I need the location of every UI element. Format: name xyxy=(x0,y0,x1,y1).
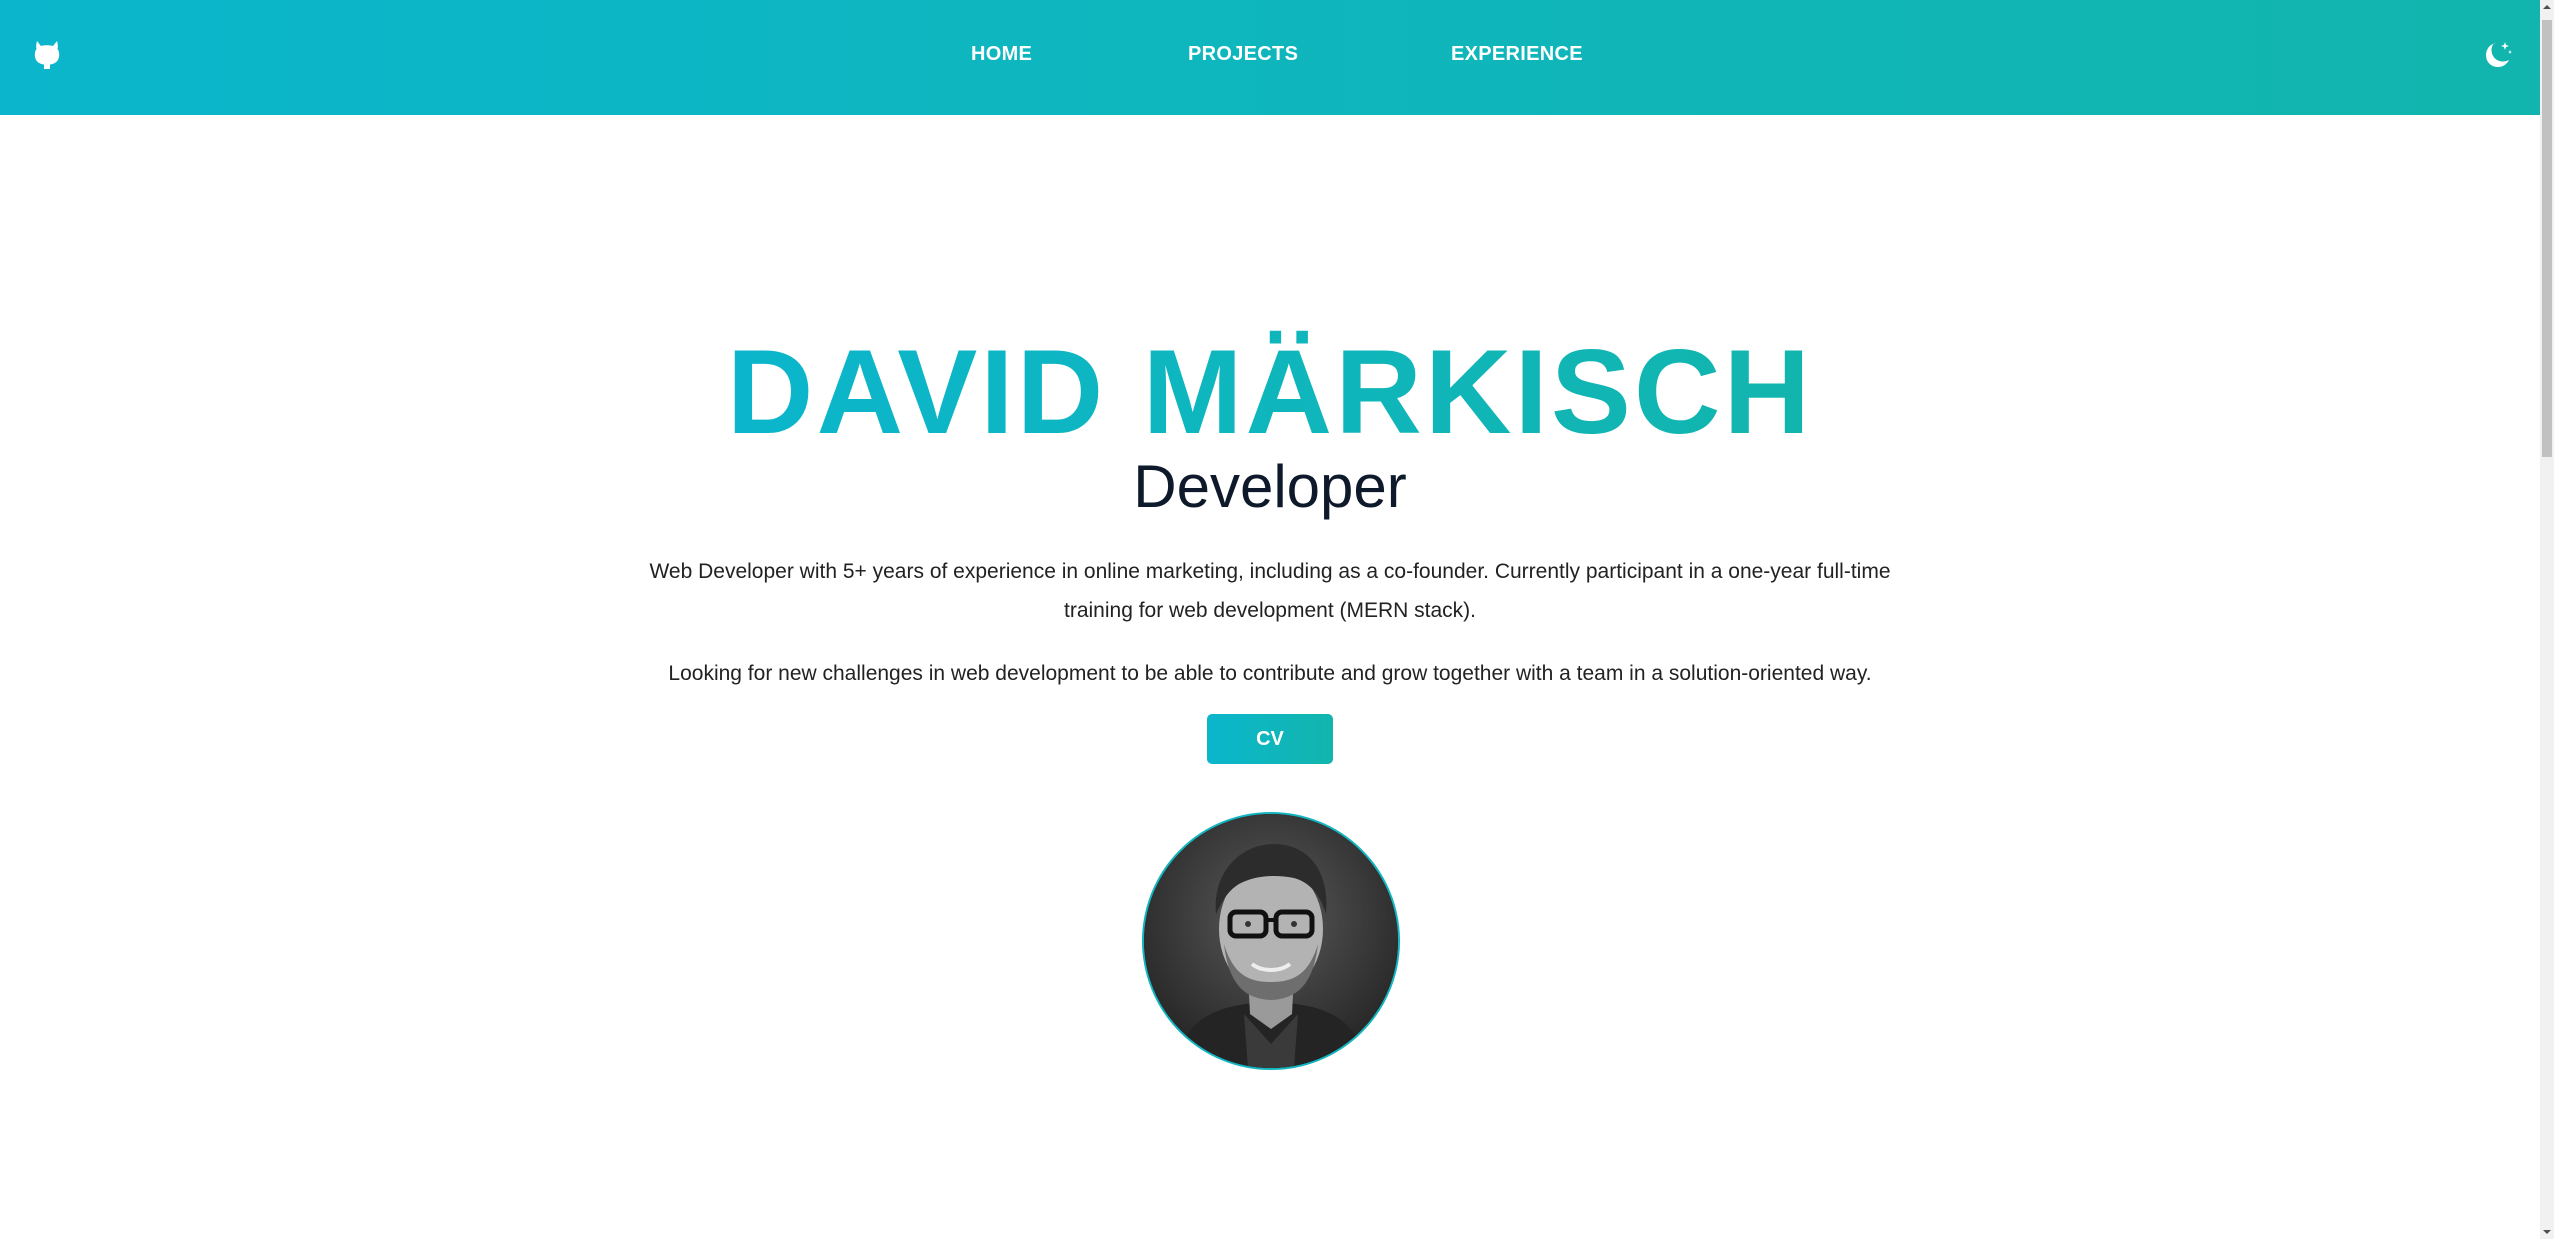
portfolio-page: HOME PROJECTS EXPERIENCE DAVID MÄRKISCH … xyxy=(0,0,2554,1239)
portrait-photo xyxy=(1144,814,1398,1068)
moon-stars-icon[interactable] xyxy=(2479,38,2515,74)
nav-projects[interactable]: PROJECTS xyxy=(1188,43,1298,66)
scroll-up-arrow-icon[interactable] xyxy=(2540,0,2554,14)
nav-experience[interactable]: EXPERIENCE xyxy=(1451,43,1583,66)
nav-home[interactable]: HOME xyxy=(971,43,1032,66)
hero-name-text: DAVID MÄRKISCH xyxy=(726,325,1814,459)
cv-button[interactable]: CV xyxy=(1207,714,1333,764)
hero-role: Developer xyxy=(1133,453,1407,520)
vertical-scrollbar[interactable] xyxy=(2540,0,2554,1239)
avatar xyxy=(1142,812,1400,1070)
hero-goal: Looking for new challenges in web develo… xyxy=(668,662,1872,685)
scroll-down-arrow-icon[interactable] xyxy=(2540,1225,2554,1239)
top-nav-bar: HOME PROJECTS EXPERIENCE xyxy=(0,0,2540,115)
scrollbar-thumb[interactable] xyxy=(2542,20,2552,457)
hero-name: DAVID MÄRKISCH xyxy=(0,327,2540,457)
github-icon[interactable] xyxy=(31,38,63,70)
hero-description: Web Developer with 5+ years of experienc… xyxy=(649,560,1891,622)
